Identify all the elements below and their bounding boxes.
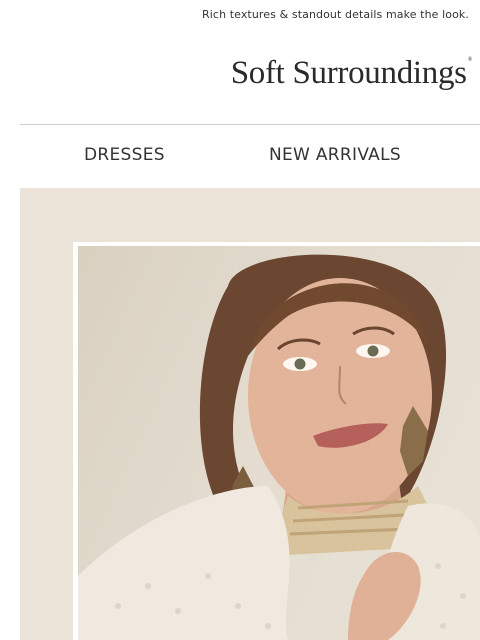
hero-photo[interactable] (78, 246, 480, 640)
trademark-symbol: ® (467, 57, 473, 63)
nav-link-new-arrivals[interactable]: NEW ARRIVALS (269, 145, 401, 165)
main-navigation: DRESSES NEW ARRIVALS (0, 145, 480, 167)
nav-link-dresses[interactable]: DRESSES (84, 145, 165, 165)
logo-text: Soft Surroundings (230, 55, 467, 91)
hero-photo-frame (73, 242, 480, 640)
brand-logo[interactable]: Soft Surroundings® (230, 55, 473, 92)
woman-portrait-illustration (78, 254, 480, 640)
header-divider (20, 124, 480, 125)
preheader-text: Rich textures & standout details make th… (202, 8, 469, 21)
hero-banner[interactable] (20, 188, 480, 640)
